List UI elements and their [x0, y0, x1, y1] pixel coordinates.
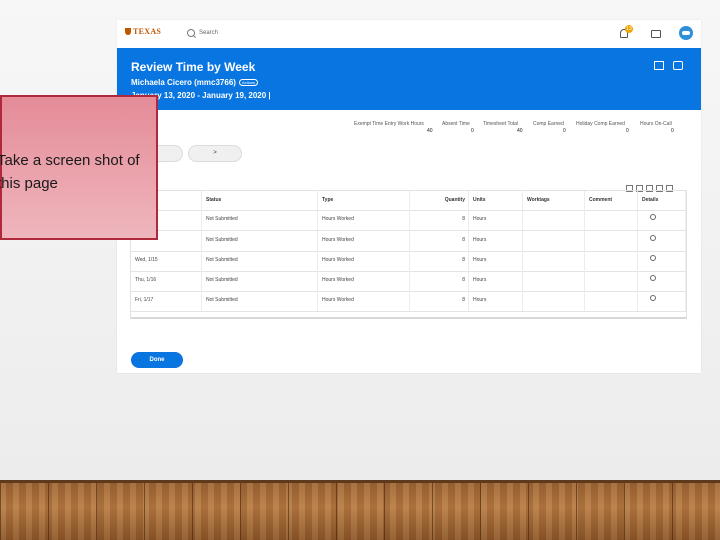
- shield-icon: [125, 28, 131, 35]
- cell-type: Hours Worked: [318, 291, 410, 311]
- cell-units: Hours: [469, 231, 523, 251]
- cell-status: Not Submitted: [202, 271, 318, 291]
- inbox-icon[interactable]: [651, 30, 661, 38]
- page-header: Review Time by Week Michaela Cicero (mmc…: [117, 48, 701, 110]
- wood-floor-decoration: [0, 480, 720, 540]
- callout-line-2: this page: [0, 175, 58, 192]
- summary-label-comp-earned: Comp Earned: [533, 121, 564, 127]
- summary-value-absent-time: 0: [471, 128, 474, 134]
- cell-status: Not Submitted: [202, 251, 318, 271]
- worker-name-text: Michaela Cicero (mmc3766): [131, 78, 236, 87]
- done-button[interactable]: Done: [131, 352, 183, 368]
- search-icon[interactable]: [187, 29, 195, 37]
- cell-units: Hours: [469, 210, 523, 230]
- cell-details: [638, 210, 686, 230]
- cell-status: Not Submitted: [202, 291, 318, 311]
- cell-worktags: [523, 271, 585, 291]
- cell-worktags: [523, 231, 585, 251]
- magnifier-icon[interactable]: [650, 275, 656, 281]
- column-header-worktags[interactable]: Worktags: [523, 191, 585, 210]
- cell-quantity: 8: [410, 291, 469, 311]
- summary-label-work-hours: Exempt Time Entry Work Hours: [354, 121, 424, 127]
- cell-comment: [585, 271, 638, 291]
- cell-status: Not Submitted: [202, 231, 318, 251]
- table-row: Fri, 1/17 Not Submitted Hours Worked 8 H…: [131, 291, 686, 312]
- column-header-details[interactable]: Details: [638, 191, 686, 210]
- cell-worktags: [523, 251, 585, 271]
- table-row: Not Submitted Hours Worked 8 Hours: [131, 231, 686, 252]
- texas-logo[interactable]: TEXAS: [125, 27, 161, 36]
- summary-value-work-hours: 40: [427, 128, 433, 134]
- callout-text: Take a screen shot of this page: [0, 149, 157, 195]
- column-header-quantity[interactable]: Quantity: [410, 191, 469, 210]
- summary-label-timesheet-total: Timesheet Total: [483, 121, 519, 127]
- cell-units: Hours: [469, 291, 523, 311]
- cell-day: Wed, 1/15: [131, 251, 202, 271]
- cell-worktags: [523, 210, 585, 230]
- callout-line-1: Take a screen shot of: [0, 152, 140, 169]
- column-header-type[interactable]: Type: [318, 191, 410, 210]
- cell-day: Thu, 1/16: [131, 271, 202, 291]
- cell-units: Hours: [469, 251, 523, 271]
- cell-day: Fri, 1/17: [131, 291, 202, 311]
- cell-comment: [585, 210, 638, 230]
- summary-label-holiday-comp: Holiday Comp Earned: [576, 121, 625, 127]
- magnifier-icon[interactable]: [650, 255, 656, 261]
- table-row: Wed, 1/15 Not Submitted Hours Worked 8 H…: [131, 251, 686, 272]
- cell-details: [638, 251, 686, 271]
- cell-worktags: [523, 291, 585, 311]
- column-header-comment[interactable]: Comment: [585, 191, 638, 210]
- page-title: Review Time by Week: [131, 60, 256, 74]
- cell-details: [638, 231, 686, 251]
- cell-comment: [585, 251, 638, 271]
- export-icon[interactable]: [654, 61, 664, 70]
- cell-comment: [585, 231, 638, 251]
- cell-type: Hours Worked: [318, 251, 410, 271]
- workday-screenshot: TEXAS Search 13 Review Time by Week Mich…: [117, 20, 701, 373]
- summary-value-holiday-comp: 0: [626, 128, 629, 134]
- cell-status: Not Submitted: [202, 210, 318, 230]
- notification-badge: 13: [625, 25, 633, 33]
- logo-text: TEXAS: [133, 27, 162, 36]
- cell-type: Hours Worked: [318, 210, 410, 230]
- cell-units: Hours: [469, 271, 523, 291]
- instruction-callout: Take a screen shot of this page: [0, 95, 158, 240]
- print-icon[interactable]: [673, 61, 683, 70]
- top-bar: TEXAS Search 13: [117, 20, 701, 49]
- actions-button[interactable]: Actions: [238, 79, 259, 86]
- avatar-icon[interactable]: [679, 26, 693, 40]
- column-header-units[interactable]: Units: [469, 191, 523, 210]
- table-row: Not Submitted Hours Worked 8 Hours: [131, 210, 686, 231]
- cell-quantity: 8: [410, 251, 469, 271]
- cell-details: [638, 291, 686, 311]
- summary-label-absent-time: Absent Time: [442, 121, 470, 127]
- time-entries-table: Status Type Quantity Units Worktags Comm…: [130, 190, 687, 319]
- magnifier-icon[interactable]: [650, 214, 656, 220]
- table-row: Thu, 1/16 Not Submitted Hours Worked 8 H…: [131, 271, 686, 292]
- cell-quantity: 8: [410, 210, 469, 230]
- next-week-button[interactable]: >: [188, 145, 242, 162]
- summary-label-hours-on-call: Hours On-Call: [640, 121, 672, 127]
- cell-comment: [585, 291, 638, 311]
- cell-type: Hours Worked: [318, 271, 410, 291]
- cell-type: Hours Worked: [318, 231, 410, 251]
- summary-value-timesheet-total: 40: [517, 128, 523, 134]
- summary-value-hours-on-call: 0: [671, 128, 674, 134]
- worker-name[interactable]: Michaela Cicero (mmc3766) Actions: [131, 78, 259, 87]
- column-header-status[interactable]: Status: [202, 191, 318, 210]
- search-input[interactable]: Search: [199, 30, 218, 36]
- magnifier-icon[interactable]: [650, 235, 656, 241]
- table-header-row: Status Type Quantity Units Worktags Comm…: [131, 191, 686, 211]
- summary-value-comp-earned: 0: [563, 128, 566, 134]
- cell-quantity: 8: [410, 271, 469, 291]
- cell-quantity: 8: [410, 231, 469, 251]
- cell-details: [638, 271, 686, 291]
- magnifier-icon[interactable]: [650, 295, 656, 301]
